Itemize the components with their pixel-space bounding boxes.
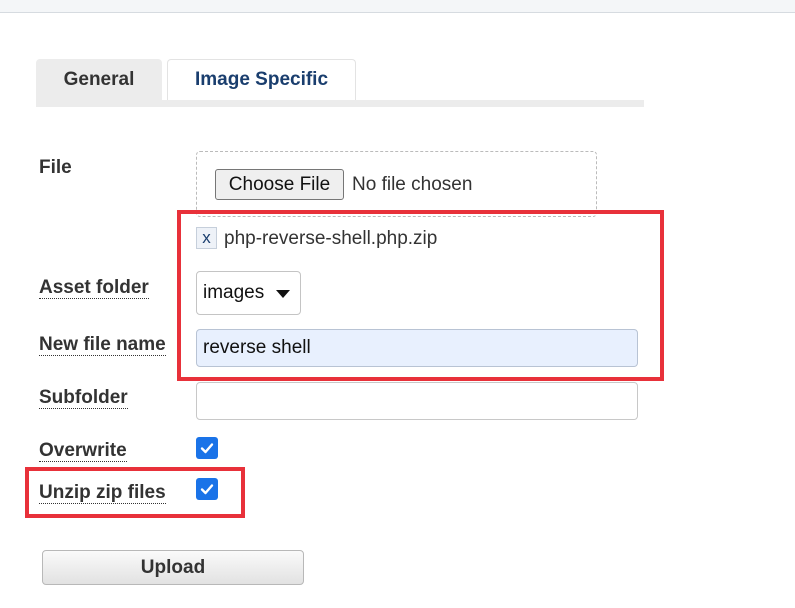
tab-image-specific[interactable]: Image Specific bbox=[167, 59, 356, 100]
top-bar bbox=[0, 0, 795, 13]
asset-folder-select[interactable]: images bbox=[196, 271, 301, 315]
selected-file-name: php-reverse-shell.php.zip bbox=[224, 228, 438, 249]
unzip-checkbox[interactable] bbox=[196, 478, 218, 500]
unzip-label: Unzip zip files bbox=[39, 482, 166, 504]
upload-button[interactable]: Upload bbox=[42, 550, 304, 585]
new-file-name-label: New file name bbox=[39, 334, 166, 356]
remove-file-button[interactable]: x bbox=[196, 227, 217, 249]
check-icon bbox=[200, 443, 214, 454]
subfolder-label: Subfolder bbox=[39, 387, 128, 409]
subfolder-input[interactable] bbox=[196, 382, 638, 420]
choose-file-button[interactable]: Choose File bbox=[215, 169, 344, 200]
new-file-name-input[interactable] bbox=[196, 329, 638, 367]
overwrite-label: Overwrite bbox=[39, 440, 127, 462]
asset-folder-value: images bbox=[203, 282, 265, 303]
asset-folder-label: Asset folder bbox=[39, 277, 149, 299]
file-label: File bbox=[39, 157, 72, 178]
file-status-text: No file chosen bbox=[352, 174, 473, 195]
overwrite-checkbox[interactable] bbox=[196, 437, 218, 459]
check-icon bbox=[200, 484, 214, 495]
tab-general[interactable]: General bbox=[36, 59, 162, 100]
tab-bar-underline bbox=[36, 100, 644, 107]
caret-down-icon bbox=[276, 290, 290, 298]
